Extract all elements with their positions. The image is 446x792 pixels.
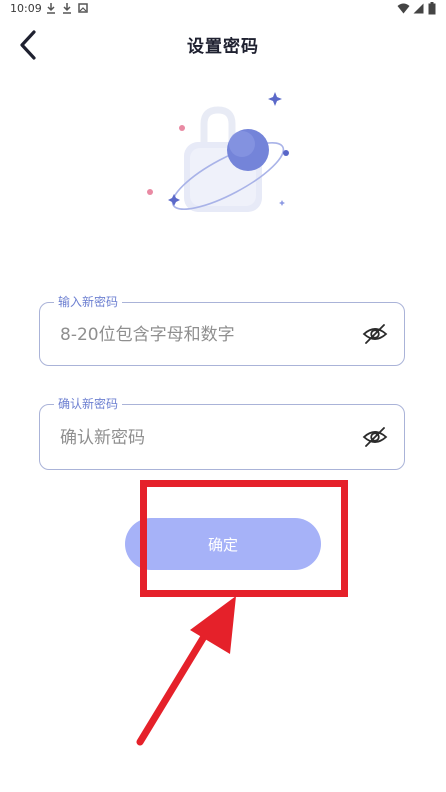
- eye-off-icon: [362, 324, 388, 344]
- new-password-input[interactable]: [58, 303, 352, 367]
- lock-illustration: [147, 92, 289, 212]
- signal-icon: [413, 3, 424, 14]
- battery-icon: [428, 2, 436, 15]
- confirm-password-field: 确认新密码: [39, 396, 405, 471]
- status-time: 10:09: [10, 2, 42, 15]
- page-title: 设置密码: [187, 37, 259, 57]
- download-icon: [47, 3, 55, 14]
- status-bar: 10:09: [0, 0, 446, 20]
- image-icon: [78, 3, 88, 13]
- confirm-password-input[interactable]: [58, 405, 352, 471]
- new-password-field: 输入新密码: [39, 294, 405, 367]
- download-icon: [63, 3, 71, 14]
- new-password-visibility-toggle[interactable]: [362, 321, 388, 347]
- wifi-icon: [397, 3, 410, 14]
- confirm-button[interactable]: 确定: [125, 518, 321, 570]
- confirm-password-visibility-toggle[interactable]: [362, 424, 388, 450]
- eye-off-icon: [362, 427, 388, 447]
- annotation-arrow-icon: [136, 596, 236, 746]
